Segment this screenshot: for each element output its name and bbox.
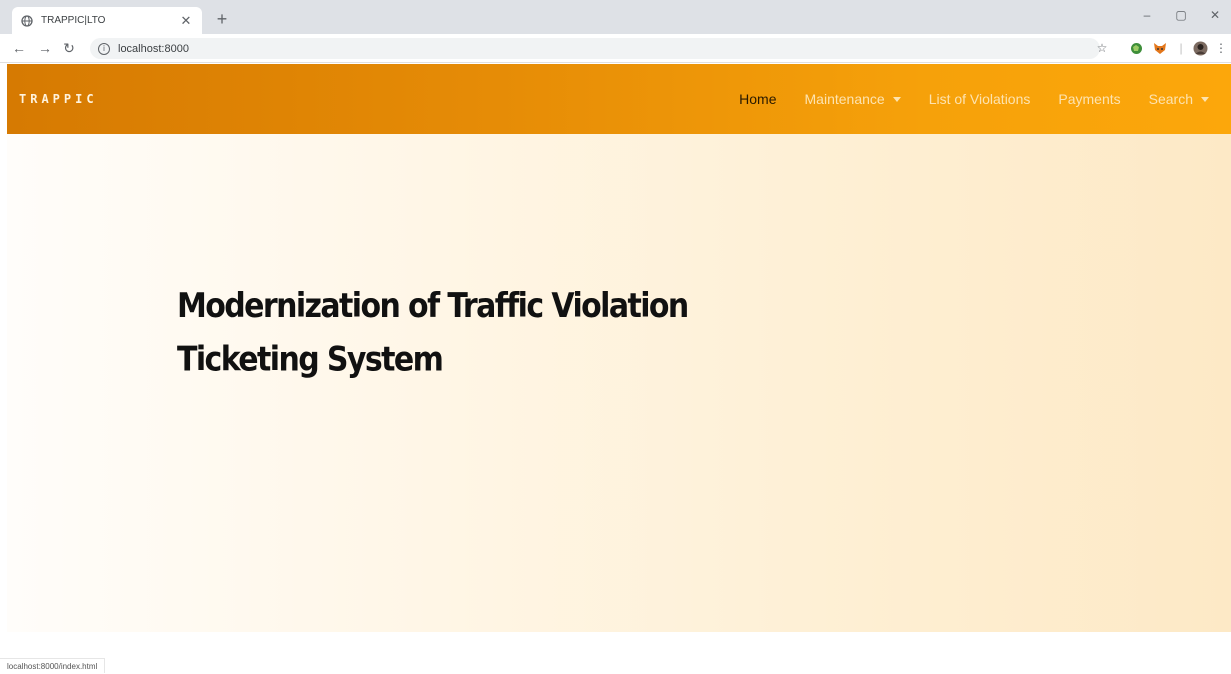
- caret-down-icon: [1201, 97, 1209, 102]
- nav-list-of-violations-label: List of Violations: [928, 91, 1031, 107]
- brand-logo[interactable]: TRAPPIC: [19, 92, 98, 106]
- toolbar-divider: |: [1179, 41, 1183, 55]
- nav-home[interactable]: Home: [739, 91, 776, 107]
- fox-icon[interactable]: [1152, 40, 1168, 56]
- reload-icon[interactable]: ↻: [60, 39, 78, 57]
- star-icon[interactable]: ☆: [1094, 40, 1110, 56]
- browser-toolbar: ← → ↻ i localhost:8000 ☆ | ⋮: [0, 34, 1231, 63]
- tab-title: TRAPPIC|LTO: [41, 15, 106, 26]
- address-bar[interactable]: i localhost:8000: [90, 38, 1100, 59]
- maximize-icon[interactable]: ▢: [1173, 8, 1189, 22]
- profile-icon[interactable]: [1192, 40, 1208, 56]
- nav-search[interactable]: Search: [1149, 91, 1209, 107]
- hero-section: Modernization of Traffic Violation Ticke…: [7, 134, 1231, 632]
- globe-icon: [20, 14, 34, 28]
- nav-home-label: Home: [739, 91, 777, 107]
- back-icon[interactable]: ←: [10, 39, 28, 57]
- nav-links: Home Maintenance List of Violations Paym…: [711, 64, 1209, 134]
- nav-list-of-violations[interactable]: List of Violations: [929, 91, 1031, 107]
- nav-search-label: Search: [1148, 91, 1193, 107]
- plus-icon[interactable]: +: [212, 9, 232, 29]
- site-navbar: TRAPPIC Home Maintenance List of Violati…: [7, 64, 1231, 134]
- address-url: localhost:8000: [118, 42, 189, 55]
- extension-icon[interactable]: [1128, 40, 1144, 56]
- minimize-icon[interactable]: –: [1139, 8, 1155, 22]
- info-icon[interactable]: i: [98, 42, 110, 55]
- nav-maintenance[interactable]: Maintenance: [805, 91, 901, 107]
- close-icon[interactable]: ✕: [178, 13, 194, 29]
- caret-down-icon: [892, 97, 901, 102]
- browser-tab[interactable]: TRAPPIC|LTO ✕: [12, 7, 202, 34]
- nav-payments[interactable]: Payments: [1058, 91, 1120, 107]
- browser-tabstrip: TRAPPIC|LTO ✕ + – ▢ ✕: [0, 0, 1231, 34]
- window-close-icon[interactable]: ✕: [1207, 8, 1223, 22]
- nav-maintenance-label: Maintenance: [804, 91, 885, 107]
- hero-title-line-1: Modernization of Traffic Violation: [177, 286, 689, 326]
- status-bar-url: localhost:8000/index.html: [0, 658, 106, 673]
- nav-payments-label: Payments: [1058, 91, 1121, 107]
- menu-icon[interactable]: ⋮: [1213, 40, 1229, 56]
- forward-icon[interactable]: →: [36, 39, 54, 57]
- hero-title-line-2: Ticketing System: [177, 340, 444, 380]
- hero-title: Modernization of Traffic Violation Ticke…: [177, 280, 697, 388]
